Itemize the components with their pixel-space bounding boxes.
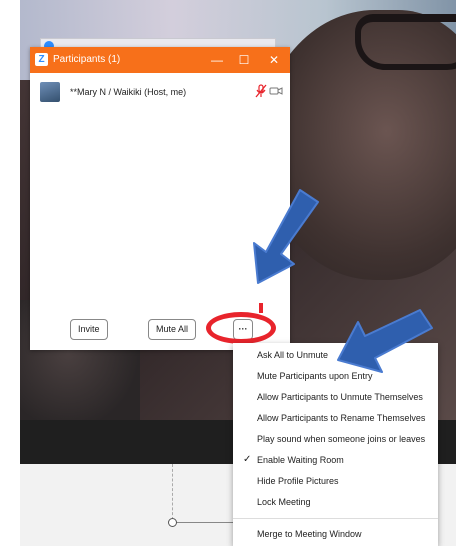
menu-item-label: Merge to Meeting Window xyxy=(257,529,362,539)
menu-item-allow-unmute[interactable]: Allow Participants to Unmute Themselves xyxy=(233,387,438,407)
red-circle-annotation xyxy=(206,312,276,344)
menu-item-merge-to-meeting-window[interactable]: Merge to Meeting Window xyxy=(233,524,438,544)
menu-item-label: Allow Participants to Rename Themselves xyxy=(257,413,426,423)
red-mark-annotation xyxy=(259,303,263,313)
panel-titlebar[interactable]: Z Participants (1) — ☐ ✕ xyxy=(30,47,290,73)
minimize-button[interactable]: — xyxy=(208,51,226,69)
camera-off-icon[interactable] xyxy=(269,86,283,96)
menu-item-enable-waiting-room[interactable]: ✓ Enable Waiting Room xyxy=(233,450,438,470)
menu-item-lock-meeting[interactable]: Lock Meeting xyxy=(233,492,438,512)
timeline-handle[interactable] xyxy=(168,518,177,527)
menu-item-hide-profile-pictures[interactable]: Hide Profile Pictures xyxy=(233,471,438,491)
menu-item-label: Hide Profile Pictures xyxy=(257,476,339,486)
maximize-button[interactable]: ☐ xyxy=(235,51,253,69)
checkmark-icon: ✓ xyxy=(243,454,252,465)
menu-item-label: Play sound when someone joins or leaves xyxy=(257,434,426,444)
timeline-track xyxy=(172,522,242,523)
participants-panel: Z Participants (1) — ☐ ✕ **Mary N / Waik… xyxy=(30,47,290,350)
mute-all-button[interactable]: Mute All xyxy=(148,319,197,340)
menu-item-label: Mute Participants upon Entry xyxy=(257,371,373,381)
zoom-logo-icon: Z xyxy=(35,53,48,66)
avatar xyxy=(40,82,60,102)
menu-item-mute-upon-entry[interactable]: Mute Participants upon Entry xyxy=(233,366,438,386)
more-options-menu: Ask All to Unmute Mute Participants upon… xyxy=(233,343,438,546)
timeline-guide xyxy=(172,464,173,520)
invite-button[interactable]: Invite xyxy=(70,319,108,340)
participant-name: **Mary N / Waikiki (Host, me) xyxy=(70,87,187,97)
menu-item-label: Allow Participants to Unmute Themselves xyxy=(257,392,423,402)
muted-mic-icon[interactable] xyxy=(255,84,267,98)
participant-row[interactable]: **Mary N / Waikiki (Host, me) xyxy=(40,82,283,106)
menu-item-allow-rename[interactable]: Allow Participants to Rename Themselves xyxy=(233,408,438,428)
menu-divider xyxy=(233,518,438,519)
panel-title: Participants (1) xyxy=(53,54,121,65)
menu-item-play-sound[interactable]: Play sound when someone joins or leaves xyxy=(233,429,438,449)
participant-video-glasses xyxy=(355,14,456,70)
menu-item-label: Enable Waiting Room xyxy=(257,455,344,465)
menu-item-ask-all-to-unmute[interactable]: Ask All to Unmute xyxy=(233,345,438,365)
menu-item-label: Lock Meeting xyxy=(257,497,311,507)
close-button[interactable]: ✕ xyxy=(265,51,283,69)
menu-item-label: Ask All to Unmute xyxy=(257,350,329,360)
